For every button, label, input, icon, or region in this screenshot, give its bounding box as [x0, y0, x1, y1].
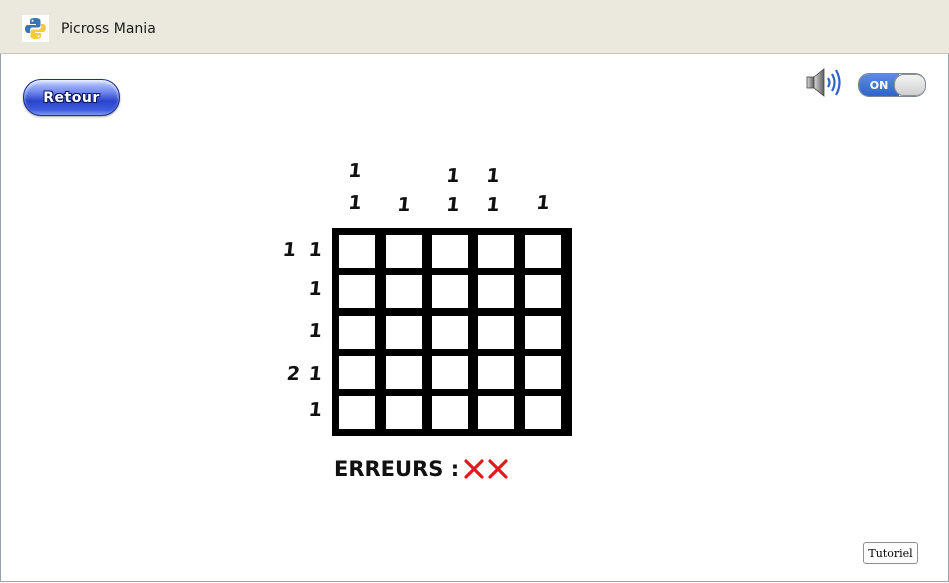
grid-cell-r5c4[interactable] [478, 396, 514, 429]
grid-cell-r2c3[interactable] [432, 275, 468, 308]
grid-cell-r2c2[interactable] [386, 275, 422, 308]
grid-cell-r3c4[interactable] [478, 316, 514, 349]
errors-indicator: ERREURS : [334, 455, 509, 483]
grid-cell-r2c1[interactable] [339, 275, 375, 308]
grid-cell-r4c2[interactable] [386, 356, 422, 389]
red-x-icon [464, 459, 484, 479]
toggle-knob[interactable] [894, 74, 925, 96]
grid-cell-r3c1[interactable] [339, 316, 375, 349]
grid-cell-r5c5[interactable] [525, 396, 561, 429]
grid-cell-r1c3[interactable] [432, 235, 468, 268]
tutorial-button[interactable]: Tutoriel [863, 542, 918, 564]
errors-label: ERREURS : [334, 457, 460, 481]
column-clue-2-a: 1 [396, 194, 412, 216]
grid-cell-r4c4[interactable] [478, 356, 514, 389]
window-title: Picross Mania [61, 21, 156, 37]
sound-toggle-label: ON [859, 74, 899, 96]
grid-cell-r3c2[interactable] [386, 316, 422, 349]
grid-cell-r3c3[interactable] [432, 316, 468, 349]
column-clue-1-a: 1 [347, 160, 363, 182]
column-clue-5-a: 1 [535, 192, 551, 214]
grid-cell-r5c2[interactable] [386, 396, 422, 429]
back-button[interactable]: Retour [23, 79, 120, 116]
row-clue-4-b: 1 [307, 363, 324, 385]
column-clue-4-a: 1 [485, 165, 501, 187]
grid-cell-r5c1[interactable] [339, 396, 375, 429]
grid-cell-r4c1[interactable] [339, 356, 375, 389]
grid-cell-r2c5[interactable] [525, 275, 561, 308]
python-icon [22, 15, 49, 42]
red-x-icon [488, 459, 508, 479]
row-clue-5-a: 1 [307, 399, 324, 421]
grid-cell-r2c4[interactable] [478, 275, 514, 308]
row-clue-4-a: 2 [285, 363, 302, 385]
grid-cell-r4c3[interactable] [432, 356, 468, 389]
back-button-label: Retour [43, 89, 100, 106]
grid-cell-r1c4[interactable] [478, 235, 514, 268]
column-clue-3-b: 1 [445, 194, 461, 216]
row-clue-3-a: 1 [307, 320, 324, 342]
row-clue-1-b: 1 [307, 239, 324, 261]
picross-grid [332, 228, 572, 436]
grid-cell-r4c5[interactable] [525, 356, 561, 389]
grid-cell-r1c1[interactable] [339, 235, 375, 268]
column-clue-4-b: 1 [485, 194, 501, 216]
grid-cell-r3c5[interactable] [525, 316, 561, 349]
row-clue-2-a: 1 [307, 278, 324, 300]
row-clue-1-a: 1 [281, 239, 298, 261]
column-clue-3-a: 1 [445, 165, 461, 187]
title-bar: Picross Mania [0, 0, 949, 54]
column-clue-1-b: 1 [347, 192, 363, 214]
speaker-icon[interactable] [805, 66, 845, 99]
grid-cell-r5c3[interactable] [432, 396, 468, 429]
grid-cell-r1c5[interactable] [525, 235, 561, 268]
sound-toggle[interactable]: ON [858, 73, 926, 97]
grid-cell-r1c2[interactable] [386, 235, 422, 268]
